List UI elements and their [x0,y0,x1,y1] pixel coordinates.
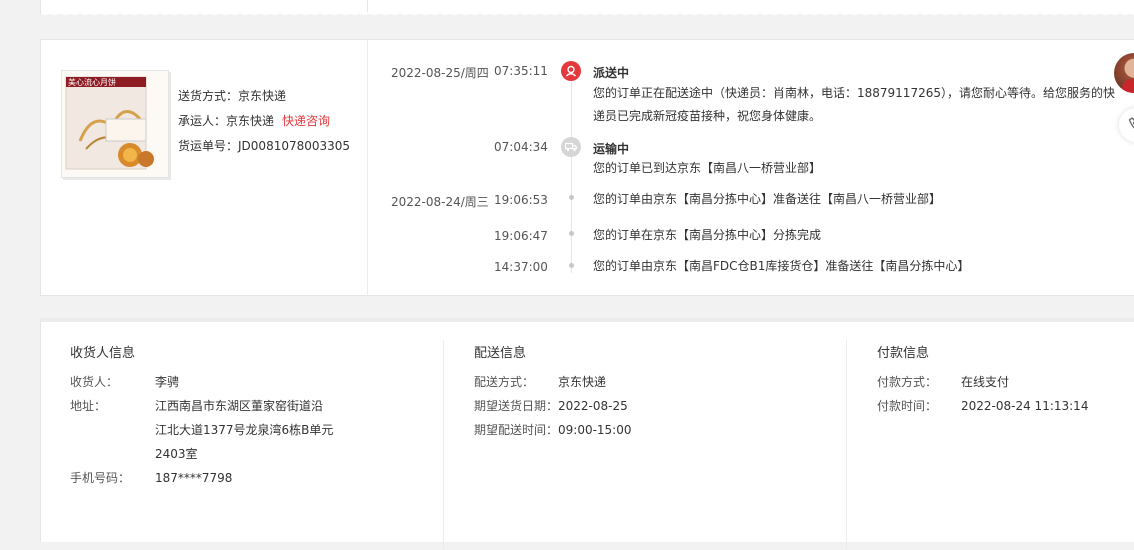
payment-method: 在线支付 [961,375,1010,389]
box-brand-text: 美心流心月饼 [68,77,116,87]
timeline-text: 递员已完成新冠疫苗接种，祝您身体健康。 [593,109,822,123]
expected-date: 2022-08-25 [558,399,628,413]
truck-icon [561,137,581,157]
carrier-value: 京东快递 [226,114,275,128]
delivery-method: 京东快递 [558,375,607,389]
zigzag-edge [40,12,1134,18]
payment-time: 2022-08-24 11:13:14 [961,399,1089,413]
payment-title: 付款信息 [877,346,930,361]
address-line: 2403室 [155,447,198,461]
expected-time-label: 期望配送时间： [474,423,559,437]
shipping-method-label: 送货方式： [178,89,239,103]
payment-method-label: 付款方式： [877,375,938,389]
phone-number: 187****7798 [155,471,233,485]
courier-consult-link[interactable]: 快递咨询 [282,114,330,128]
address-line: 江北大道1377号龙泉湾6栋B单元 [155,423,334,437]
timeline-text: 您的订单由京东【南昌FDC仓B1库接货仓】准备送往【南昌分拣中心】 [593,259,970,273]
waybill-label: 货运单号： [178,139,239,153]
timeline-time: 19:06:47 [494,229,548,243]
timeline-text: 您的订单已到达京东【南昌八一桥营业部】 [593,161,822,175]
timeline-time: 07:35:11 [494,64,548,78]
expected-date-label: 期望送货日期： [474,399,559,413]
timeline-date: 2022-08-25/周四 [391,66,489,80]
phone-label: 手机号码： [70,471,131,485]
tracking-card: 美心流心月饼 送货方式：京东快递 承运人：京东快递 快递咨询 货运单号：JD008… [40,39,1134,296]
receiver-name-label: 收货人： [70,375,119,389]
column-divider [846,340,847,550]
receiver-title: 收货人信息 [70,346,136,361]
mooncake-box-image: 美心流心月饼 [62,71,168,177]
shipping-method-row: 送货方式：京东快递 [178,84,350,109]
delivery-title: 配送信息 [474,346,527,361]
carrier-row: 承运人：京东快递 快递咨询 [178,109,350,134]
order-info-card: 收货人信息 收货人： 李骋 地址： 江西南昌市东湖区董家窑街道沿 江北大道137… [40,318,1134,550]
expected-time: 09:00-15:00 [558,423,632,437]
timeline-date: 2022-08-24/周三 [391,195,489,209]
courier-avatar[interactable] [1114,53,1134,93]
delivery-method-label: 配送方式： [474,375,535,389]
address-line: 江西南昌市东湖区董家窑街道沿 [155,399,324,413]
timeline-time: 19:06:53 [494,193,548,207]
timeline-time: 14:37:00 [494,260,548,274]
timeline-text: 您的订单正在配送途中（快递员：肖南林，电话：18879117265），请您耐心等… [593,86,1115,100]
timeline-dot [569,263,574,268]
timeline-status: 派送中 [593,66,630,80]
timeline-text: 您的订单由京东【南昌分拣中心】准备送往【南昌八一桥营业部】 [593,192,942,206]
courier-icon [561,61,581,81]
timeline-status: 运输中 [593,142,630,156]
timeline-line [571,73,572,273]
help-button[interactable] [1119,108,1134,142]
tracking-divider [367,40,368,296]
column-divider [443,340,444,550]
waybill-number: JD0081078003305 [238,139,351,153]
payment-time-label: 付款时间： [877,399,938,413]
timeline-dot [569,195,574,200]
receiver-name: 李骋 [155,375,180,389]
timeline-time: 07:04:34 [494,140,548,154]
address-label: 地址： [70,399,107,413]
phone-icon [1128,117,1134,129]
timeline-text: 您的订单在京东【南昌分拣中心】分拣完成 [593,228,822,242]
product-thumbnail[interactable]: 美心流心月饼 [61,70,169,178]
avatar-shirt [1122,79,1134,93]
shipping-method-value: 京东快递 [238,89,287,103]
waybill-row: 货运单号：JD0081078003305 [178,134,350,159]
carrier-label: 承运人： [178,114,227,128]
timeline-dot [569,231,574,236]
shipping-info: 送货方式：京东快递 承运人：京东快递 快递咨询 货运单号：JD0081078003… [178,84,350,159]
